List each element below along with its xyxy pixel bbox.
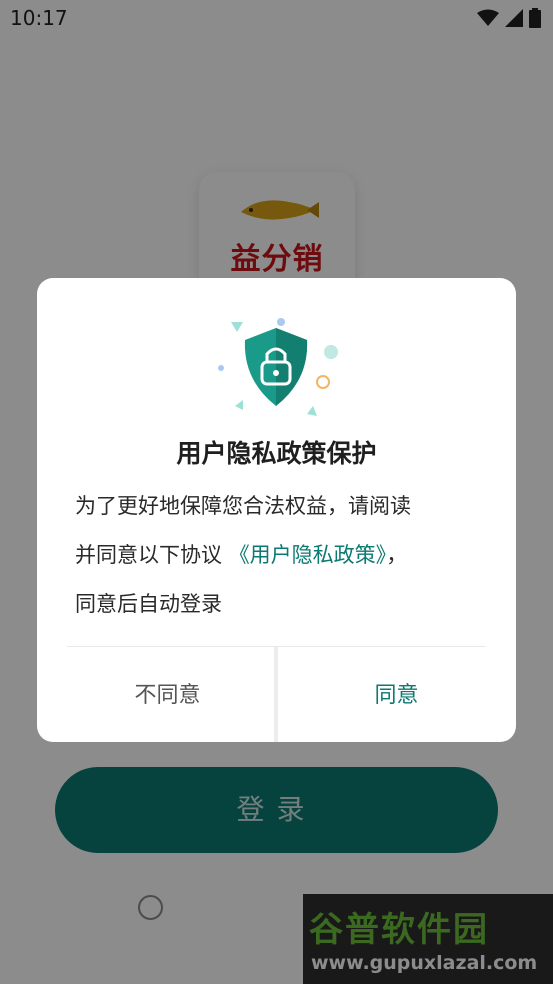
dialog-body-line1: 为了更好地保障您合法权益，请阅读: [75, 494, 411, 518]
disagree-button[interactable]: 不同意: [49, 647, 286, 742]
privacy-policy-link[interactable]: 《用户隐私政策》: [229, 543, 387, 567]
dialog-body-line2-suffix: ，: [386, 543, 408, 567]
dialog-title: 用户隐私政策保护: [176, 439, 377, 468]
privacy-dialog: 用户隐私政策保护 为了更好地保障您合法权益，请阅读 并同意以下协议 《用户隐私政…: [37, 278, 516, 742]
dialog-body-line2-prefix: 并同意以下协议: [75, 543, 222, 567]
privacy-shield-lock-icon: [218, 318, 338, 416]
dialog-body-line3: 同意后自动登录: [75, 592, 222, 616]
dialog-body-line2: 并同意以下协议 《用户隐私政策》，: [75, 531, 486, 580]
agree-button[interactable]: 同意: [278, 647, 515, 742]
dialog-body: 为了更好地保障您合法权益，请阅读 并同意以下协议 《用户隐私政策》， 同意后自动…: [75, 482, 486, 629]
